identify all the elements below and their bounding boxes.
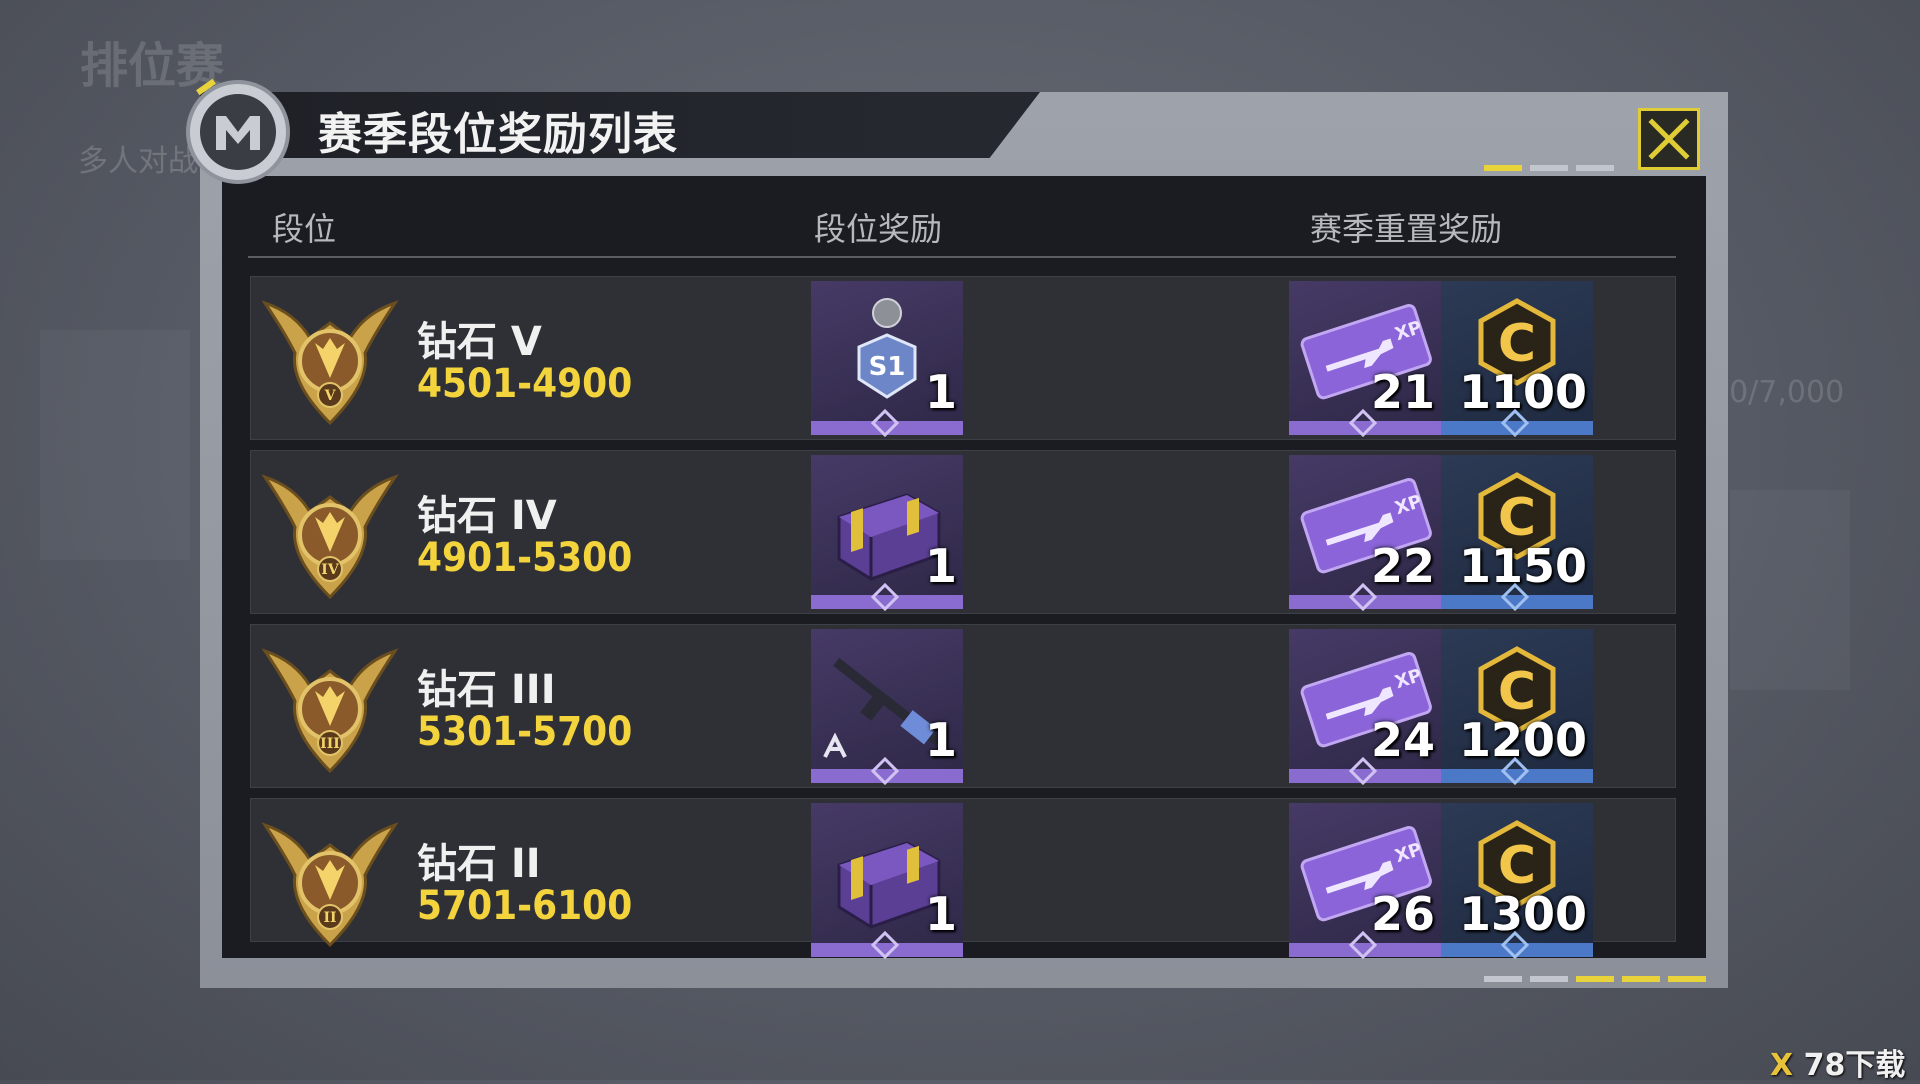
cp-currency-reward-item[interactable]: C 1150 [1441, 455, 1593, 612]
header-divider [248, 256, 1676, 258]
rank-reward-item[interactable]: S1 1 [811, 281, 963, 438]
cp-currency-quantity: 1300 [1458, 887, 1587, 941]
column-header-reset-reward: 赛季重置奖励 [1310, 210, 1503, 248]
close-button[interactable] [1638, 108, 1700, 170]
dialog-title: 赛季段位奖励列表 [318, 109, 678, 160]
background-card [40, 330, 190, 560]
pager-dot [1530, 165, 1568, 171]
svg-text:V: V [324, 388, 337, 404]
cp-currency-reward-item[interactable]: C 1100 [1441, 281, 1593, 438]
xp-card-reward-item[interactable]: XP 21 [1289, 281, 1441, 438]
rank-row-1: V 钻石 V 4501-4900 S1 1 XP 21 C 1100 [250, 276, 1676, 440]
svg-text:II: II [323, 910, 336, 926]
close-x-icon [1648, 118, 1690, 160]
rank-score-range: 5701-6100 [417, 883, 633, 929]
pager-dot [1668, 976, 1706, 982]
xp-card-reward-item[interactable]: XP 26 [1289, 803, 1441, 960]
site-watermark: X 78下载 [1770, 1048, 1906, 1083]
xp-card-quantity: 24 [1370, 713, 1435, 767]
rank-reward-quantity: 1 [924, 539, 957, 593]
xp-card-quantity: 21 [1370, 365, 1435, 419]
diamond-rank-badge-icon: II [261, 822, 399, 948]
pager-dot [1622, 976, 1660, 982]
rank-name: 钻石 IV [417, 493, 557, 539]
background-progress-text: 00/7,000 [1710, 375, 1845, 410]
game-logo-icon [200, 94, 276, 170]
cp-currency-quantity: 1100 [1458, 365, 1587, 419]
pager-dot [1484, 165, 1522, 171]
background-mode-label: 多人对战 [78, 144, 198, 179]
rank-reward-quantity: 1 [924, 365, 957, 419]
rank-name: 钻石 III [417, 667, 556, 713]
pager-indicator-bottom [1484, 976, 1706, 982]
diamond-rank-badge-icon: III [261, 648, 399, 774]
rank-score-range: 4901-5300 [417, 535, 633, 581]
rank-row-3: III 钻石 III 5301-5700 1 XP 24 C 1200 [250, 624, 1676, 788]
rank-score-range: 4501-4900 [417, 361, 633, 407]
column-header-rank-reward: 段位奖励 [814, 210, 943, 248]
rank-score-range: 5301-5700 [417, 709, 633, 755]
xp-card-reward-item[interactable]: XP 24 [1289, 629, 1441, 786]
xp-card-quantity: 26 [1370, 887, 1435, 941]
diamond-rank-badge-icon: IV [261, 474, 399, 600]
rank-reward-quantity: 1 [924, 713, 957, 767]
rank-name: 钻石 V [417, 319, 542, 365]
cp-currency-quantity: 1200 [1458, 713, 1587, 767]
pager-dot [1484, 976, 1522, 982]
pager-dot [1530, 976, 1568, 982]
rank-reward-quantity: 1 [924, 887, 957, 941]
cp-currency-reward-item[interactable]: C 1300 [1441, 803, 1593, 960]
pager-dot [1576, 976, 1614, 982]
xp-card-quantity: 22 [1370, 539, 1435, 593]
background-card [1730, 490, 1850, 690]
rank-row-4: II 钻石 II 5701-6100 1 XP 26 C 1300 [250, 798, 1676, 960]
xp-card-reward-item[interactable]: XP 22 [1289, 455, 1441, 612]
svg-text:S1: S1 [869, 352, 906, 382]
pager-indicator-top [1484, 165, 1614, 171]
rank-name: 钻石 II [417, 841, 541, 887]
diamond-rank-badge-icon: V [261, 300, 399, 426]
rank-reward-item[interactable]: 1 [811, 629, 963, 786]
column-header-rank: 段位 [272, 210, 337, 248]
svg-text:IV: IV [321, 562, 340, 578]
cp-currency-quantity: 1150 [1458, 539, 1587, 593]
rank-reward-item[interactable]: 1 [811, 803, 963, 960]
rank-reward-item[interactable]: 1 [811, 455, 963, 612]
cp-currency-reward-item[interactable]: C 1200 [1441, 629, 1593, 786]
pager-dot [1576, 165, 1614, 171]
svg-text:III: III [320, 736, 340, 752]
rank-row-2: IV 钻石 IV 4901-5300 1 XP 22 C 1150 [250, 450, 1676, 614]
